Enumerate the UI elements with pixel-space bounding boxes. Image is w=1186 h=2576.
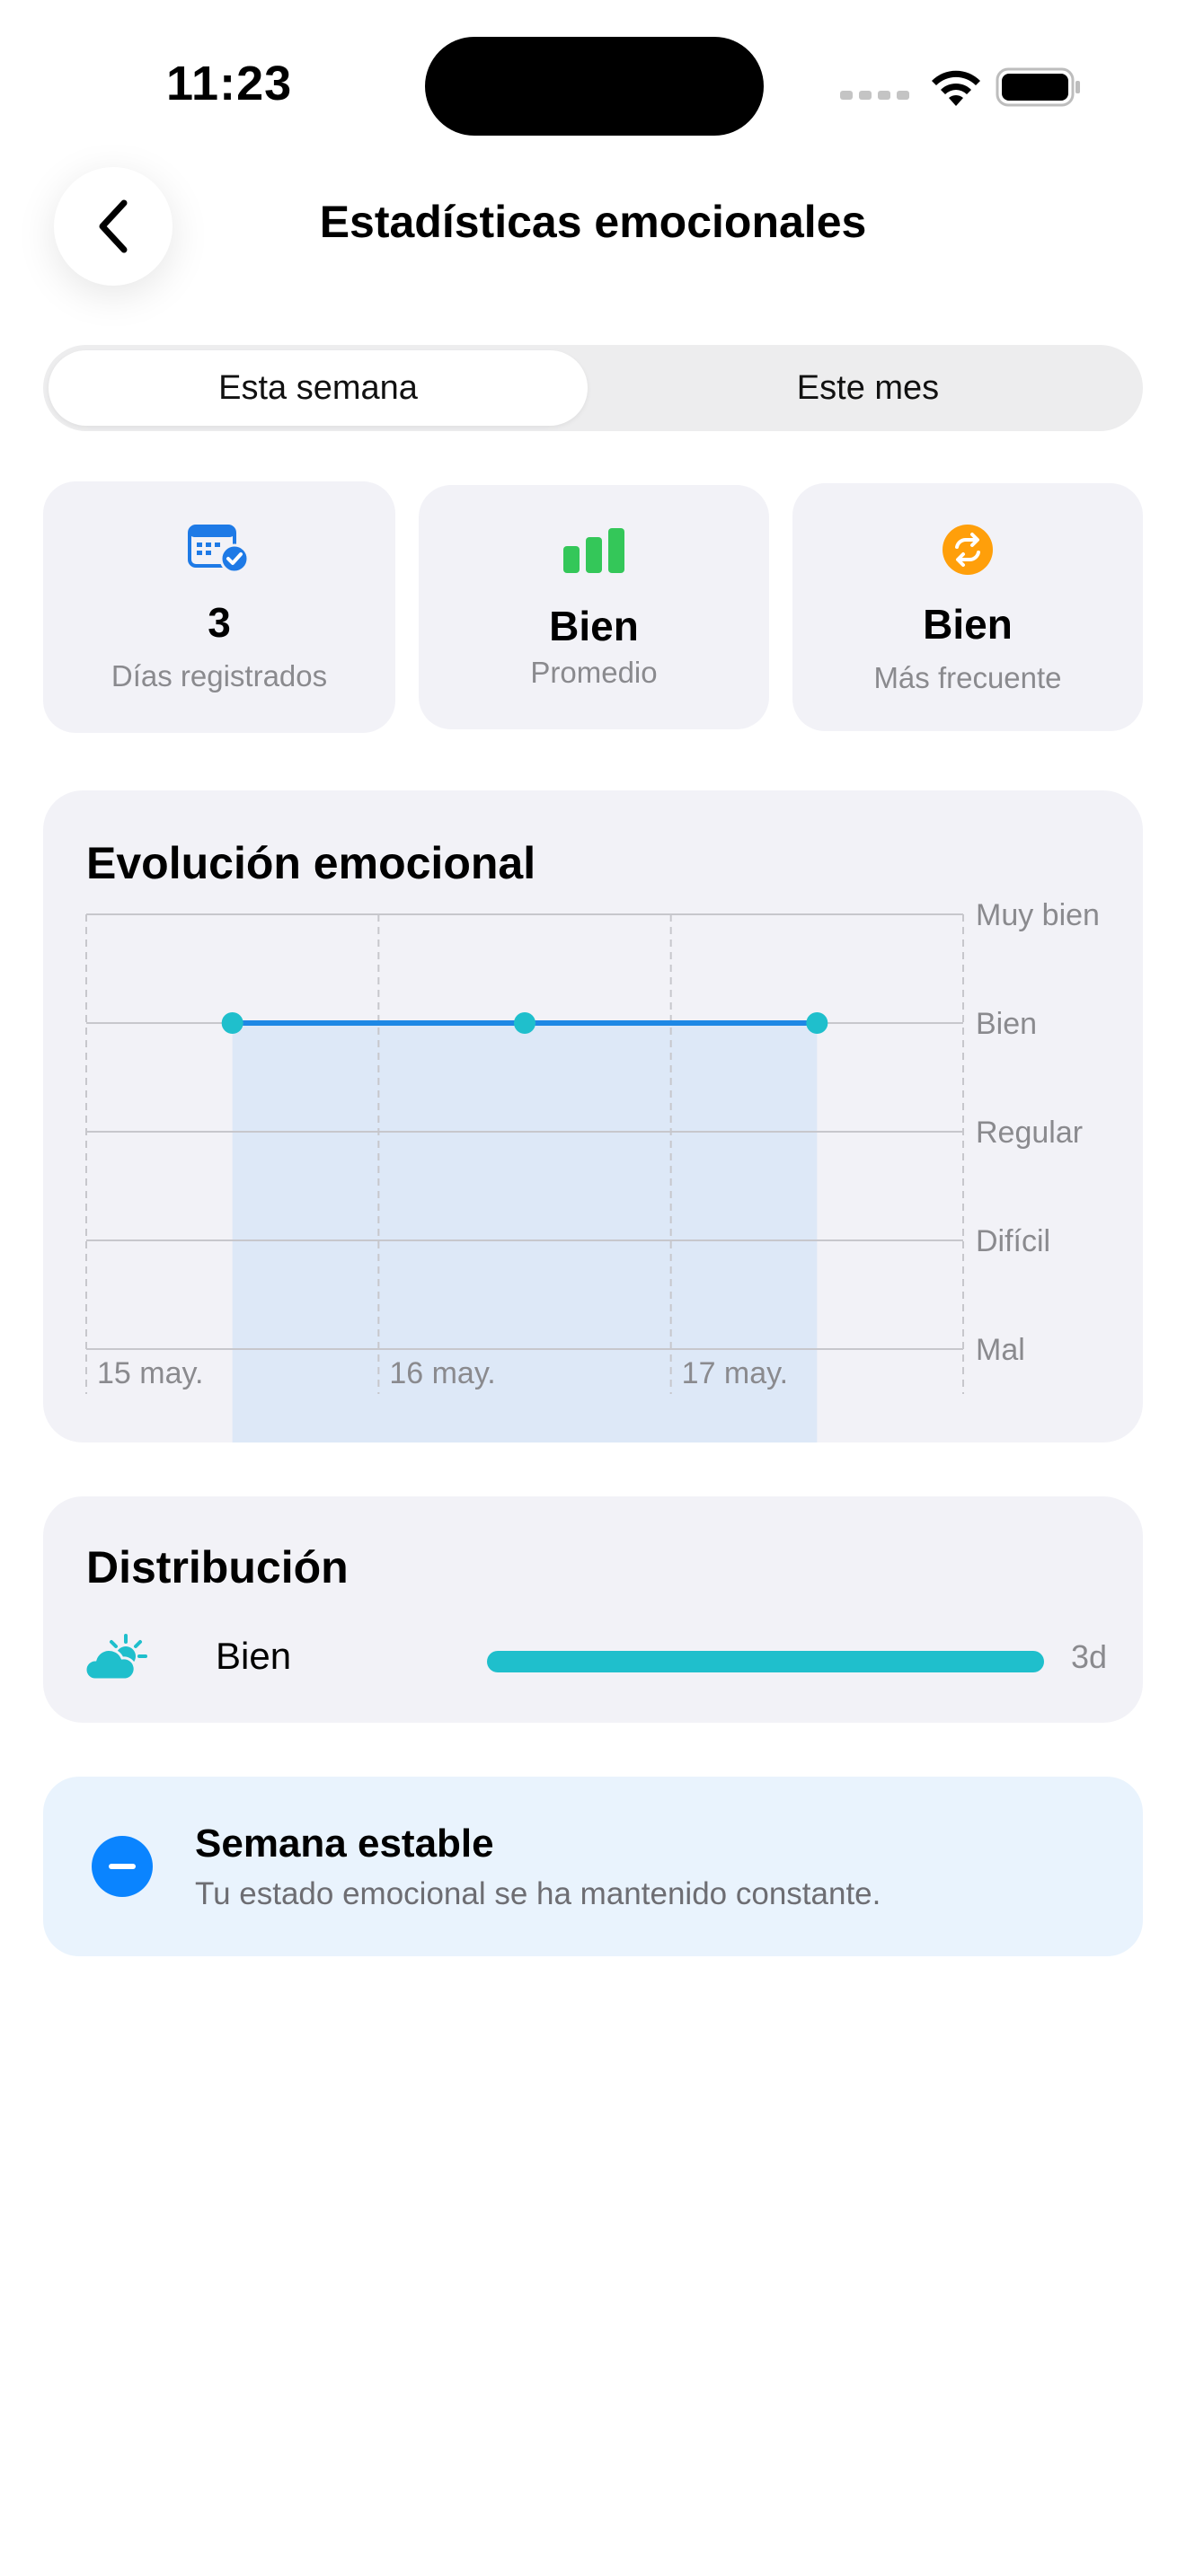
chart-y-tick-label: Regular	[976, 1116, 1083, 1150]
partly-sunny-icon	[84, 1634, 147, 1681]
distribution-title: Distribución	[86, 1542, 349, 1592]
evolution-chart: Mal Difícil Regular Bien Muy bien 15 may. 16 m…	[85, 898, 1100, 1442]
page-title: Estadísticas emocionales	[319, 197, 867, 247]
chart-y-tick-label: Muy bien	[976, 898, 1100, 932]
stat-label-days: Días registrados	[111, 659, 328, 693]
bar-chart-icon	[563, 528, 624, 573]
evolution-card: Evolución emocional Mal Difícil Regular Bie…	[43, 790, 1143, 1442]
insight-title: Semana estable	[195, 1822, 494, 1866]
status-icons	[840, 65, 1082, 110]
status-time: 11:23	[166, 57, 293, 110]
insight-text: Tu estado emocional se ha mantenido cons…	[195, 1876, 881, 1911]
chart-y-tick-label: Difícil	[976, 1224, 1050, 1258]
stat-card-days: 3 Días registrados	[43, 481, 395, 733]
stat-label-average: Promedio	[530, 656, 658, 689]
chart-x-tick-label: 17 may.	[682, 1356, 788, 1390]
dynamic-island	[425, 37, 764, 136]
distribution-row: Bien 3d	[83, 1629, 1107, 1683]
battery-icon	[996, 67, 1080, 107]
insight-banner: Semana estable Tu estado emocional se ha…	[43, 1777, 1143, 1956]
distribution-label: Bien	[216, 1635, 292, 1677]
distribution-count: 3d	[1070, 1638, 1107, 1675]
stat-value-average: Bien	[549, 603, 639, 649]
chart-x-tick-label: 15 may.	[97, 1356, 203, 1390]
stat-value-most-frequent: Bien	[923, 601, 1013, 648]
period-segmented-control: Esta semana Este mes	[43, 345, 1143, 431]
distribution-bar	[487, 1651, 1044, 1672]
chart-data-point	[221, 1012, 243, 1034]
chart-y-tick-label: Mal	[976, 1333, 1025, 1367]
calendar-check-icon	[188, 525, 250, 574]
repeat-icon	[943, 525, 993, 575]
segment-this-week[interactable]: Esta semana	[49, 350, 588, 426]
chart-x-tick-label: 16 may.	[389, 1356, 495, 1390]
chart-data-point	[806, 1012, 828, 1034]
stat-card-most-frequent: Bien Más frecuente	[792, 483, 1143, 731]
minus-circle-icon	[92, 1836, 153, 1897]
distribution-card: Distribución Bien 3d	[43, 1496, 1143, 1723]
cellular-signal-icon	[840, 91, 909, 100]
stat-label-most-frequent: Más frecuente	[873, 661, 1062, 694]
stat-card-average: Bien Promedio	[419, 485, 769, 729]
segment-this-month[interactable]: Este mes	[598, 350, 1137, 426]
wifi-icon	[932, 70, 980, 106]
chart-data-point	[514, 1012, 535, 1034]
chart-y-tick-label: Bien	[976, 1007, 1037, 1041]
stat-value-days: 3	[208, 599, 231, 646]
